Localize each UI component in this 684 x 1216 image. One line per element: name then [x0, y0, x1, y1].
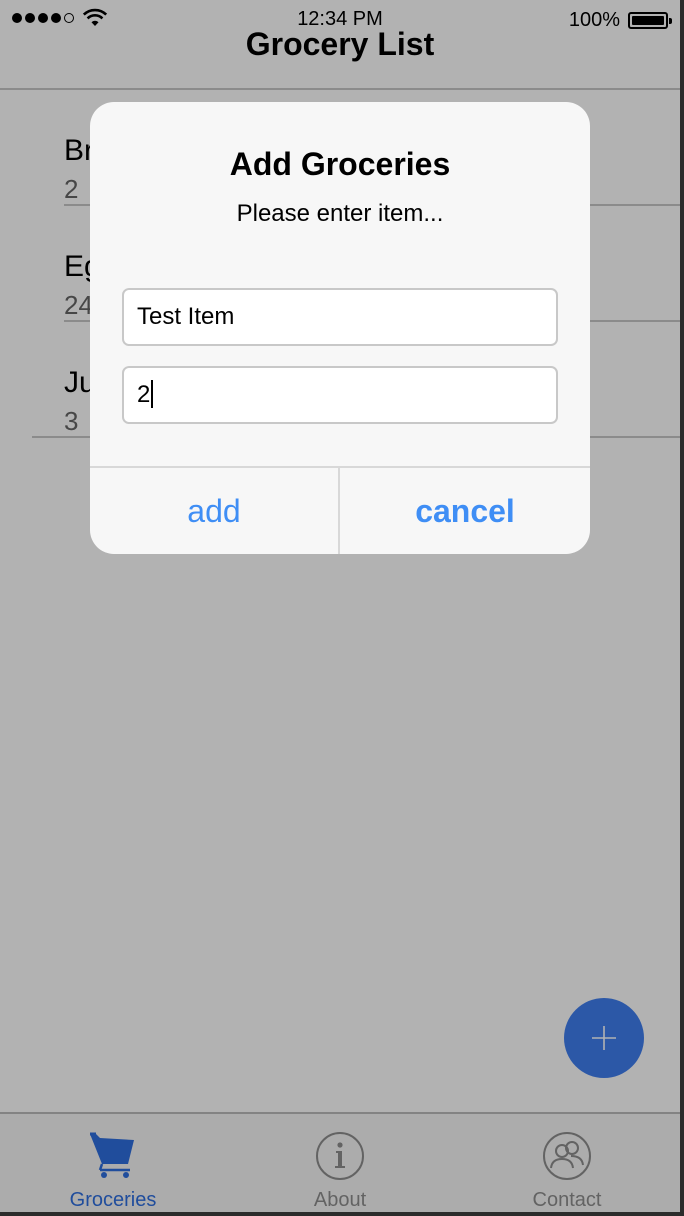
- item-name-input[interactable]: Test Item: [122, 288, 558, 346]
- dialog-title: Add Groceries: [229, 146, 451, 182]
- item-name-value: Test Item: [137, 303, 235, 330]
- text-cursor: [151, 380, 154, 409]
- app-screen: 12:34 PM 100% Grocery List Bread 2 Eggs …: [0, 0, 680, 1212]
- add-groceries-dialog: Add Groceries Please enter item... Test …: [90, 102, 590, 554]
- cancel-button[interactable]: cancel: [340, 468, 590, 554]
- item-quantity-input[interactable]: 2: [122, 366, 558, 424]
- item-quantity-value: 2: [137, 381, 151, 408]
- add-button[interactable]: add: [90, 468, 338, 554]
- dialog-message: Please enter item...: [236, 200, 444, 227]
